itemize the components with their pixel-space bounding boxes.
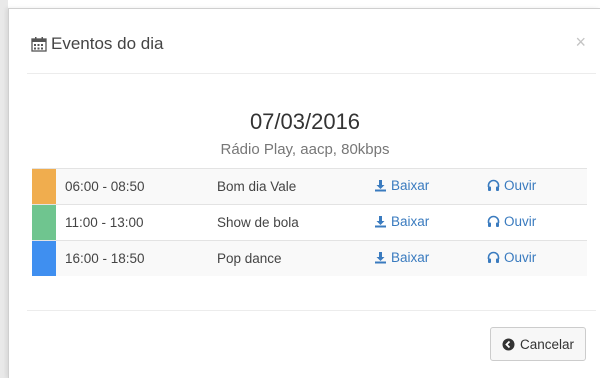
header-divider (27, 73, 596, 74)
modal-title: Eventos do dia (31, 34, 163, 54)
download-link[interactable]: Baixar (374, 214, 429, 229)
event-program: Bom dia Vale (217, 179, 297, 194)
table-row: 06:00 - 08:50 Bom dia Vale Baixar Ouvir (32, 168, 587, 204)
headphones-icon (487, 179, 500, 191)
listen-link[interactable]: Ouvir (487, 214, 536, 229)
modal-backdrop (0, 0, 8, 378)
headphones-icon (487, 215, 500, 227)
event-time: 16:00 - 18:50 (65, 251, 145, 266)
download-icon (375, 180, 386, 192)
event-color-bar (32, 205, 56, 240)
event-color-bar (32, 169, 56, 204)
listen-link[interactable]: Ouvir (487, 178, 536, 193)
event-program: Pop dance (217, 251, 282, 266)
table-row: 11:00 - 13:00 Show de bola Baixar Ouvir (32, 204, 587, 240)
station-info: Rádio Play, aacp, 80kbps (220, 141, 390, 158)
table-row: 16:00 - 18:50 Pop dance Baixar Ouvir (32, 240, 587, 276)
listen-link[interactable]: Ouvir (487, 250, 536, 265)
event-date: 07/03/2016 (249, 109, 361, 134)
event-time: 11:00 - 13:00 (65, 215, 144, 230)
download-link[interactable]: Baixar (374, 250, 429, 265)
modal-header: Eventos do dia × (9, 9, 600, 73)
footer-divider (27, 310, 596, 311)
calendar-icon (31, 36, 47, 52)
download-link[interactable]: Baixar (374, 178, 429, 193)
download-icon (375, 252, 386, 264)
headphones-icon (487, 251, 500, 263)
event-color-bar (32, 241, 56, 276)
event-time: 06:00 - 08:50 (65, 179, 145, 194)
close-icon[interactable]: × (575, 33, 586, 51)
download-icon (375, 216, 386, 228)
arrow-circle-left-icon (502, 338, 515, 350)
events-table: 06:00 - 08:50 Bom dia Vale Baixar Ouvir … (32, 168, 587, 276)
event-program: Show de bola (217, 215, 299, 230)
events-modal: Eventos do dia × 07/03/2016 Rádio Play, … (8, 8, 600, 378)
modal-title-text: Eventos do dia (51, 34, 164, 53)
cancel-button[interactable]: Cancelar (490, 327, 586, 361)
